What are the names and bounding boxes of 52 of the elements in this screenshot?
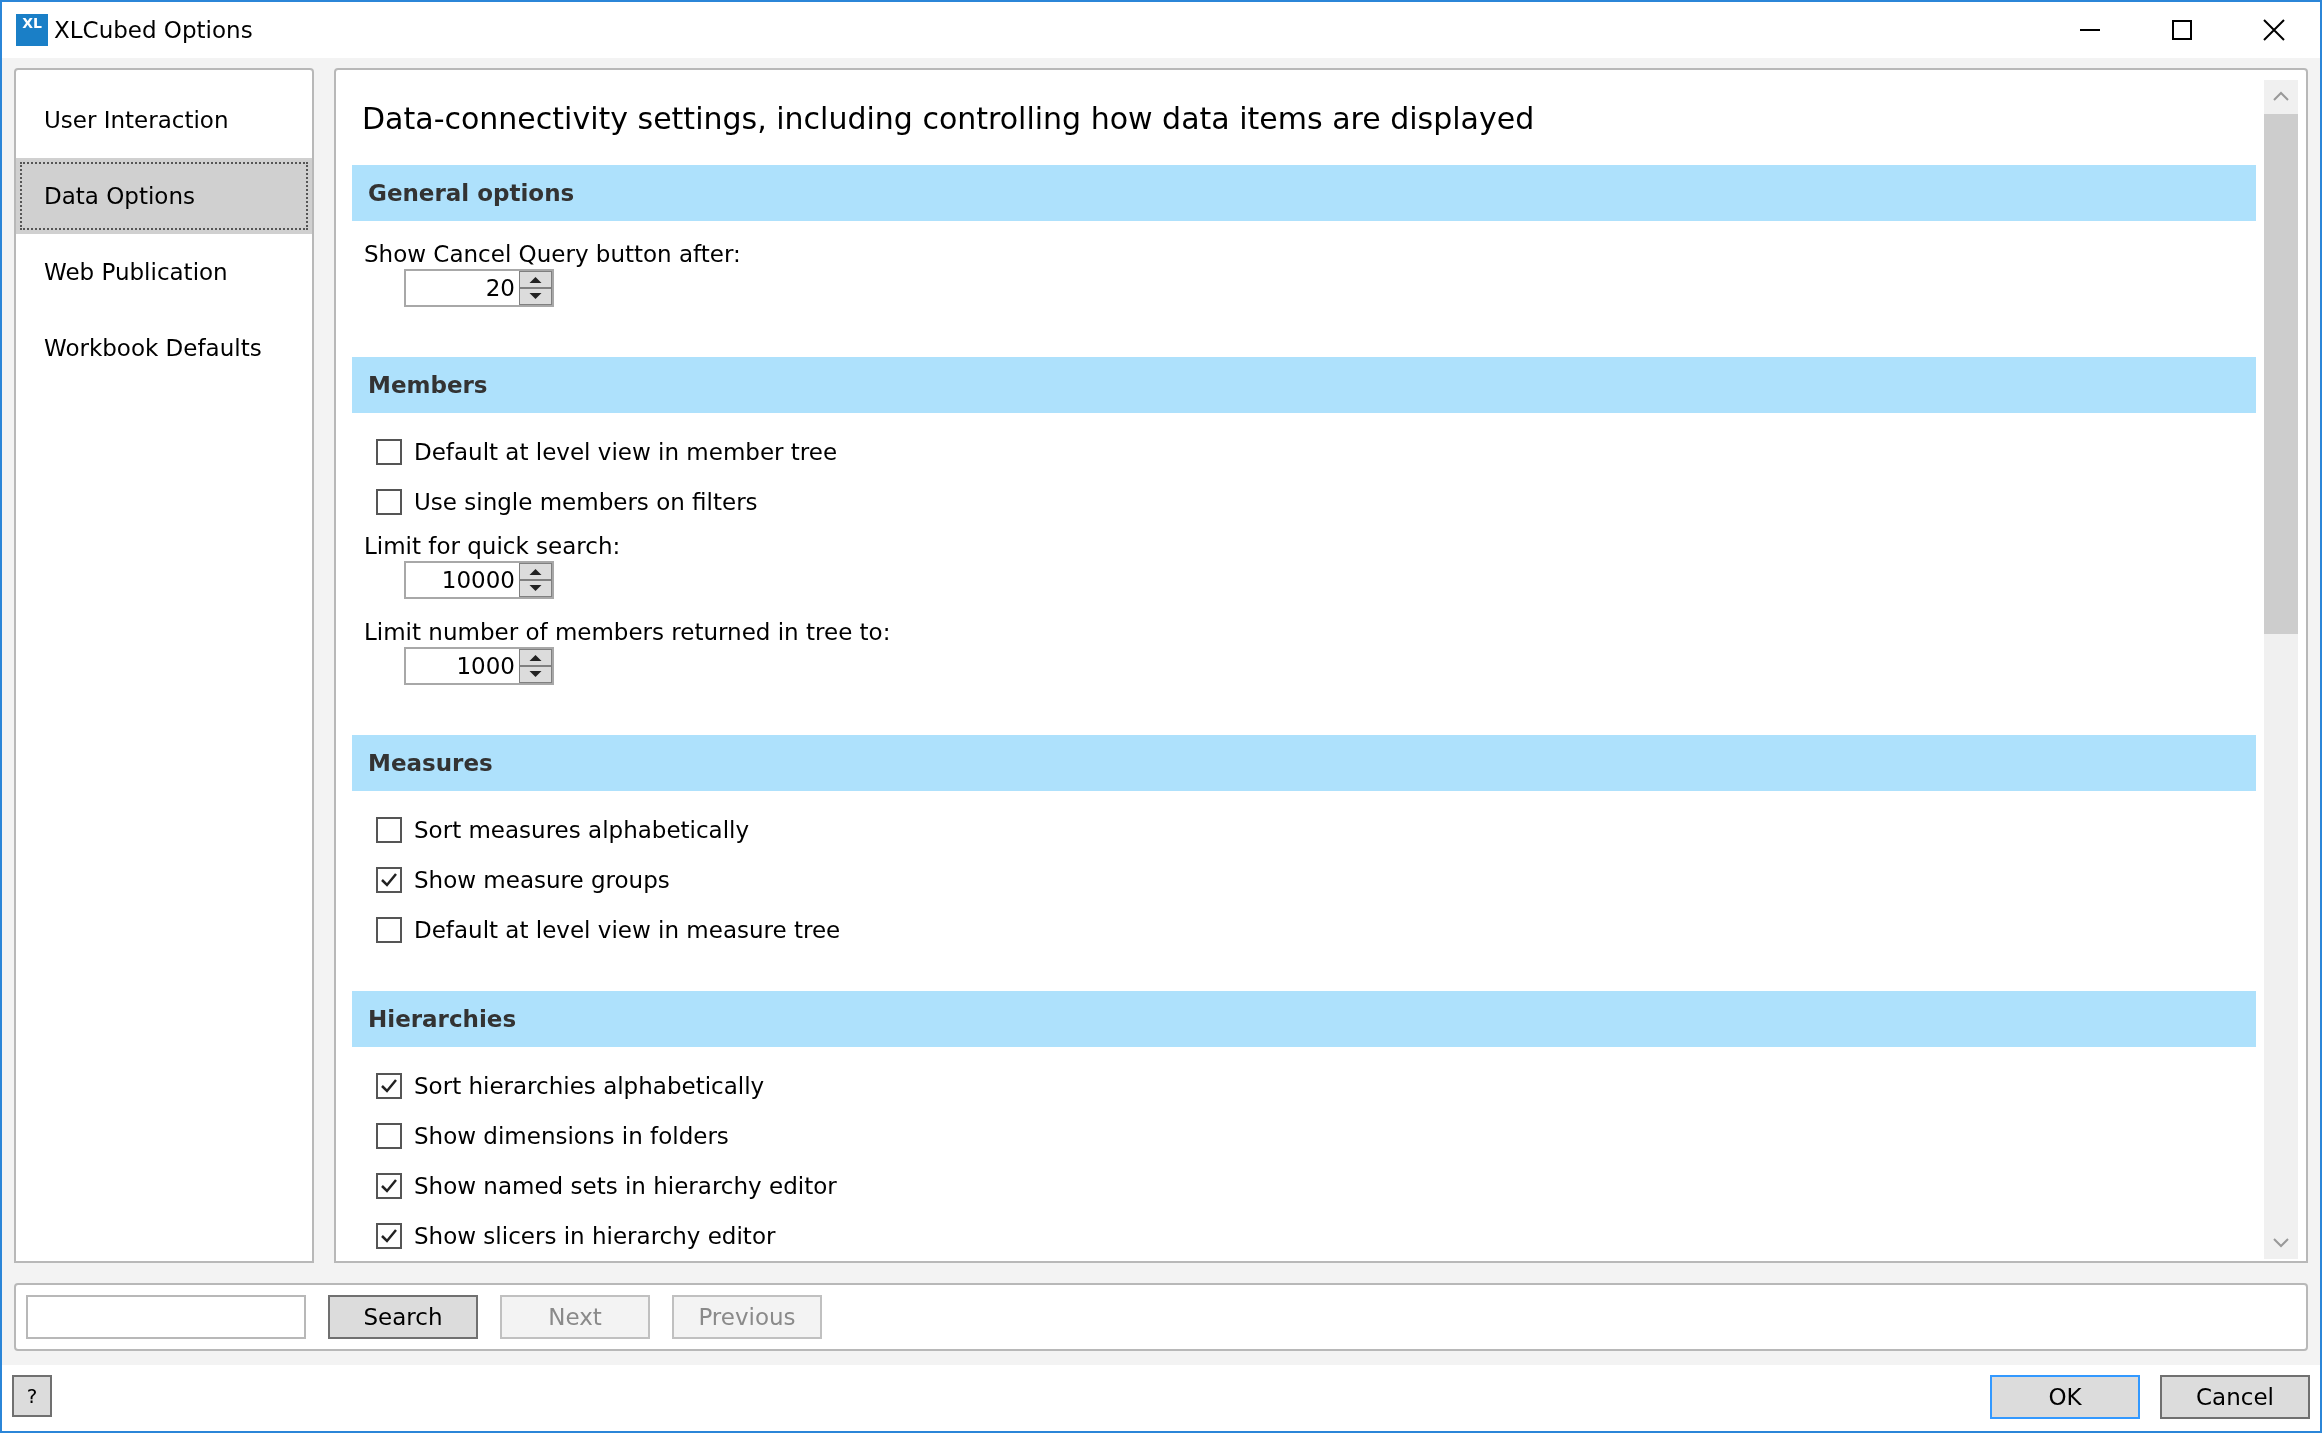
minimize-icon — [2079, 29, 2101, 31]
checkbox[interactable] — [376, 1123, 402, 1149]
spinner-value: 20 — [484, 274, 516, 303]
check-icon — [380, 1077, 398, 1095]
spinner-value: 1000 — [455, 652, 516, 681]
app-logo-icon: XL — [16, 14, 48, 46]
checkbox-label: Show named sets in hierarchy editor — [414, 1171, 837, 1201]
scrollbar[interactable] — [2264, 80, 2298, 1259]
search-bar-button[interactable]: Search — [328, 1295, 478, 1339]
close-icon — [2263, 19, 2285, 41]
dialog-button[interactable]: OK — [1990, 1375, 2140, 1419]
checkbox[interactable] — [376, 1173, 402, 1199]
checkbox[interactable] — [376, 1223, 402, 1249]
window-title: XLCubed Options — [54, 15, 253, 45]
checkbox[interactable] — [376, 817, 402, 843]
checkbox[interactable] — [376, 917, 402, 943]
check-icon — [380, 1177, 398, 1195]
checkbox[interactable] — [376, 439, 402, 465]
checkbox-label: Default at level view in measure tree — [414, 915, 841, 945]
field-label: Limit number of members returned in tree to: — [364, 618, 892, 647]
number-spinner[interactable]: 1000 — [404, 647, 554, 685]
section-header: Measures — [352, 735, 2256, 791]
checkbox-label: Show measure groups — [414, 865, 670, 895]
scroll-thumb[interactable] — [2264, 114, 2298, 634]
dialog-button[interactable]: Cancel — [2160, 1375, 2310, 1419]
number-spinner[interactable]: 20 — [404, 269, 554, 307]
checkbox-label: Show slicers in hierarchy editor — [414, 1221, 776, 1251]
checkbox-label: Sort hierarchies alphabetically — [414, 1071, 765, 1101]
maximize-icon — [2171, 19, 2193, 41]
sidebar-item[interactable]: Data Options — [16, 158, 312, 234]
number-spinner[interactable]: 10000 — [404, 561, 554, 599]
field-label: Show Cancel Query button after: — [364, 240, 742, 269]
spinner-value: 10000 — [440, 566, 516, 595]
checkbox-label: Default at level view in member tree — [414, 437, 838, 467]
checkbox[interactable] — [376, 867, 402, 893]
field-label: Limit for quick search: — [364, 532, 622, 561]
check-icon — [380, 871, 398, 889]
sidebar-item[interactable]: User Interaction — [16, 82, 312, 158]
checkbox[interactable] — [376, 489, 402, 515]
checkbox-label: Use single members on filters — [414, 487, 758, 517]
section-header: Members — [352, 357, 2256, 413]
section-header: Hierarchies — [352, 991, 2256, 1047]
checkbox-label: Sort measures alphabetically — [414, 815, 750, 845]
section-header: General options — [352, 165, 2256, 221]
search-field[interactable] — [26, 1295, 306, 1339]
sidebar-item[interactable]: Web Publication — [16, 234, 312, 310]
help-button[interactable]: ? — [12, 1375, 52, 1417]
checkbox-label: Show dimensions in folders — [414, 1121, 729, 1151]
sidebar-item[interactable]: Workbook Defaults — [16, 310, 312, 386]
page-description: Data-connectivity settings, including controlling how data items are displayed — [361, 100, 1536, 138]
check-icon — [380, 1227, 398, 1245]
checkbox[interactable] — [376, 1073, 402, 1099]
